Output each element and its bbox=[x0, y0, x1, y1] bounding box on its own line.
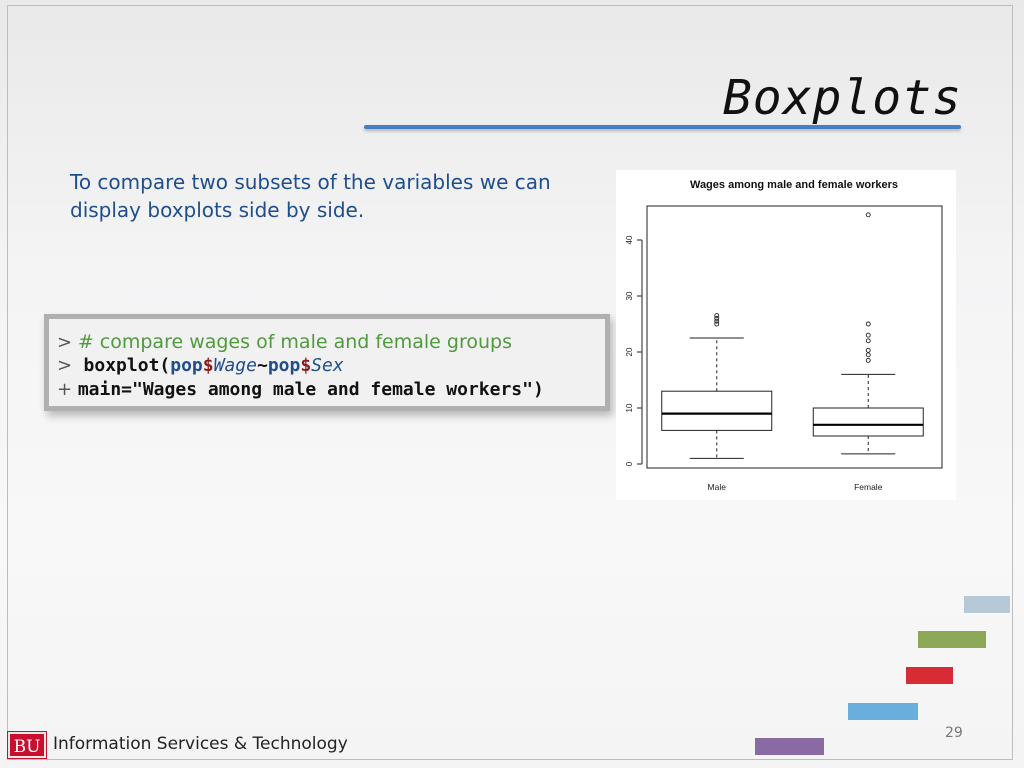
code-variable: Sex bbox=[311, 355, 344, 376]
code-comment: # compare wages of male and female group… bbox=[77, 331, 512, 353]
code-variable: Wage bbox=[213, 355, 257, 376]
code-block: > # compare wages of male and female gro… bbox=[44, 314, 610, 411]
boxes bbox=[661, 212, 924, 459]
boxplot-chart: Wages among male and female workers 0 10 2… bbox=[616, 170, 956, 500]
outlier-point bbox=[865, 332, 871, 338]
outlier-point bbox=[865, 321, 871, 327]
deco-bar-red bbox=[906, 667, 953, 684]
y-axis: 0 10 20 30 40 bbox=[625, 235, 643, 466]
intro-text: To compare two subsets of the variables … bbox=[70, 170, 551, 222]
outlier-point bbox=[865, 338, 871, 344]
deco-bar-grey bbox=[964, 596, 1010, 613]
code-operator: $ bbox=[202, 355, 214, 376]
code-prompt: > bbox=[57, 355, 73, 376]
y-tick-label: 0 bbox=[625, 461, 634, 466]
y-tick-label: 30 bbox=[625, 291, 634, 300]
code-operator: $ bbox=[300, 355, 312, 376]
title-underline bbox=[364, 125, 961, 129]
deco-bar-green bbox=[918, 631, 986, 648]
box-male bbox=[661, 313, 773, 459]
page-number: 29 bbox=[945, 725, 963, 741]
bu-logo: BU bbox=[7, 731, 47, 759]
code-object: pop bbox=[267, 355, 301, 376]
box-iqr bbox=[661, 390, 773, 431]
code-operator: ~ bbox=[256, 355, 268, 376]
code-argument: main="Wages among male and female worker… bbox=[77, 379, 544, 400]
slide-title: Boxplots bbox=[722, 70, 962, 126]
code-prompt: > bbox=[57, 332, 73, 353]
x-tick-label: Male bbox=[708, 482, 727, 492]
code-object: pop bbox=[170, 355, 203, 376]
code-line-3: + main="Wages among male and female work… bbox=[57, 378, 605, 402]
x-tick-label: Female bbox=[854, 482, 883, 492]
deco-bar-purple bbox=[755, 738, 824, 755]
y-tick-label: 10 bbox=[625, 403, 634, 412]
y-tick-label: 20 bbox=[625, 347, 634, 356]
box-female bbox=[812, 212, 924, 455]
footer-org-name: Information Services & Technology bbox=[53, 734, 348, 754]
outlier-point bbox=[865, 352, 871, 358]
outlier-point bbox=[865, 347, 871, 353]
code-prompt: + bbox=[57, 379, 73, 400]
y-tick-label: 40 bbox=[625, 235, 634, 244]
code-function: boxplot( bbox=[83, 355, 171, 376]
boxplot-svg: Wages among male and female workers 0 10 2… bbox=[616, 170, 956, 500]
code-line-2: > boxplot(pop$Wage~pop$Sex bbox=[57, 354, 605, 378]
x-axis-labels: Male Female bbox=[708, 482, 883, 492]
outlier-point bbox=[865, 212, 871, 218]
code-line-1: > # compare wages of male and female gro… bbox=[57, 330, 605, 354]
deco-bar-blue bbox=[848, 703, 918, 720]
chart-title: Wages among male and female workers bbox=[690, 179, 898, 191]
box-iqr bbox=[812, 407, 924, 437]
outlier-point bbox=[714, 313, 720, 319]
outlier-point bbox=[865, 357, 871, 363]
